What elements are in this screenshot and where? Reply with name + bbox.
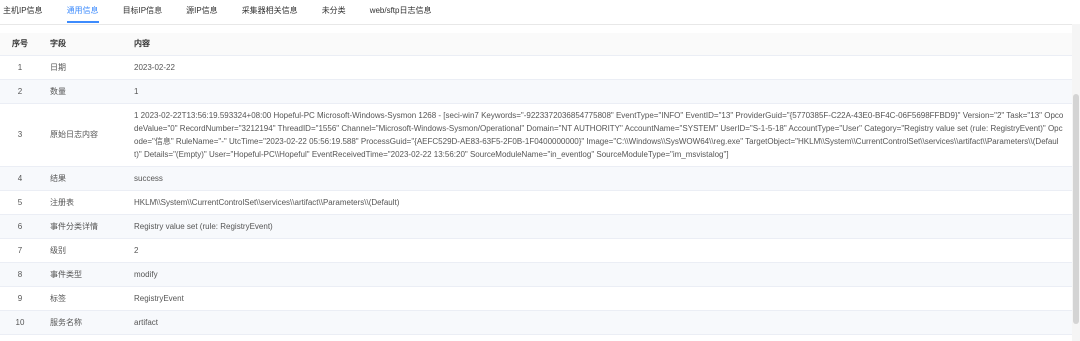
row-content: 2023-02-22 [128, 55, 1072, 80]
table-row: 10 服务名称 artifact [0, 310, 1072, 335]
raw-log-content: 1 2023-02-22T13:56:19.593324+08:00 Hopef… [128, 103, 1072, 167]
tab-bar: 主机IP信息 通用信息 目标IP信息 源IP信息 采集器相关信息 未分类 web… [0, 0, 1080, 25]
row-no: 3 [0, 103, 40, 167]
log-detail-panel: 主机IP信息 通用信息 目标IP信息 源IP信息 采集器相关信息 未分类 web… [0, 0, 1080, 341]
row-field: 数量 [40, 79, 128, 104]
table-row: 7 级别 2 [0, 238, 1072, 263]
row-content: success [128, 166, 1072, 191]
table-row: 5 注册表 HKLM\\System\\CurrentControlSet\\s… [0, 190, 1072, 215]
vertical-scrollbar[interactable] [1072, 24, 1080, 341]
table-row: 6 事件分类详情 Registry value set (rule: Regis… [0, 214, 1072, 239]
table-header-row: 序号 字段 内容 [0, 33, 1072, 56]
tab-host-ip[interactable]: 主机IP信息 [3, 0, 43, 23]
row-content: 1 [128, 79, 1072, 104]
header-field: 字段 [40, 33, 128, 56]
tab-general[interactable]: 通用信息 [66, 0, 99, 23]
table-row: 8 事件类型 modify [0, 262, 1072, 287]
tab-uncategorized[interactable]: 未分类 [322, 0, 346, 23]
row-no: 1 [0, 55, 40, 80]
row-no: 5 [0, 190, 40, 215]
row-content: Registry value set (rule: RegistryEvent) [128, 214, 1072, 239]
row-field: 结果 [40, 166, 128, 191]
row-content: RegistryEvent [128, 286, 1072, 311]
header-no: 序号 [0, 33, 40, 56]
scrollbar-thumb[interactable] [1073, 94, 1079, 324]
row-field: 日期 [40, 55, 128, 80]
row-no: 10 [0, 310, 40, 335]
tab-target-ip[interactable]: 目标IP信息 [123, 0, 163, 23]
table-row: 9 标签 RegistryEvent [0, 286, 1072, 311]
table-row: 2 数量 1 [0, 79, 1072, 104]
row-field: 标签 [40, 286, 128, 311]
table-row: 3 原始日志内容 1 2023-02-22T13:56:19.593324+08… [0, 103, 1072, 167]
row-field: 事件类型 [40, 262, 128, 287]
row-no: 9 [0, 286, 40, 311]
row-content: HKLM\\System\\CurrentControlSet\\service… [128, 190, 1072, 215]
header-content: 内容 [128, 33, 1072, 56]
tab-collector[interactable]: 采集器相关信息 [242, 0, 298, 23]
row-field: 事件分类详情 [40, 214, 128, 239]
row-field: 服务名称 [40, 310, 128, 335]
table-row: 1 日期 2023-02-22 [0, 55, 1072, 80]
row-field: 级别 [40, 238, 128, 263]
row-no: 8 [0, 262, 40, 287]
row-field: 注册表 [40, 190, 128, 215]
row-no: 6 [0, 214, 40, 239]
row-content: artifact [128, 310, 1072, 335]
row-content: 2 [128, 238, 1072, 263]
field-table: 序号 字段 内容 1 日期 2023-02-22 2 数量 1 3 原始日志内容… [0, 33, 1072, 335]
tab-web-sftp-log[interactable]: web/sftp日志信息 [370, 0, 432, 23]
tab-source-ip[interactable]: 源IP信息 [186, 0, 218, 23]
table-row: 4 结果 success [0, 166, 1072, 191]
row-no: 2 [0, 79, 40, 104]
row-no: 4 [0, 166, 40, 191]
row-no: 7 [0, 238, 40, 263]
row-content: modify [128, 262, 1072, 287]
row-field: 原始日志内容 [40, 103, 128, 167]
